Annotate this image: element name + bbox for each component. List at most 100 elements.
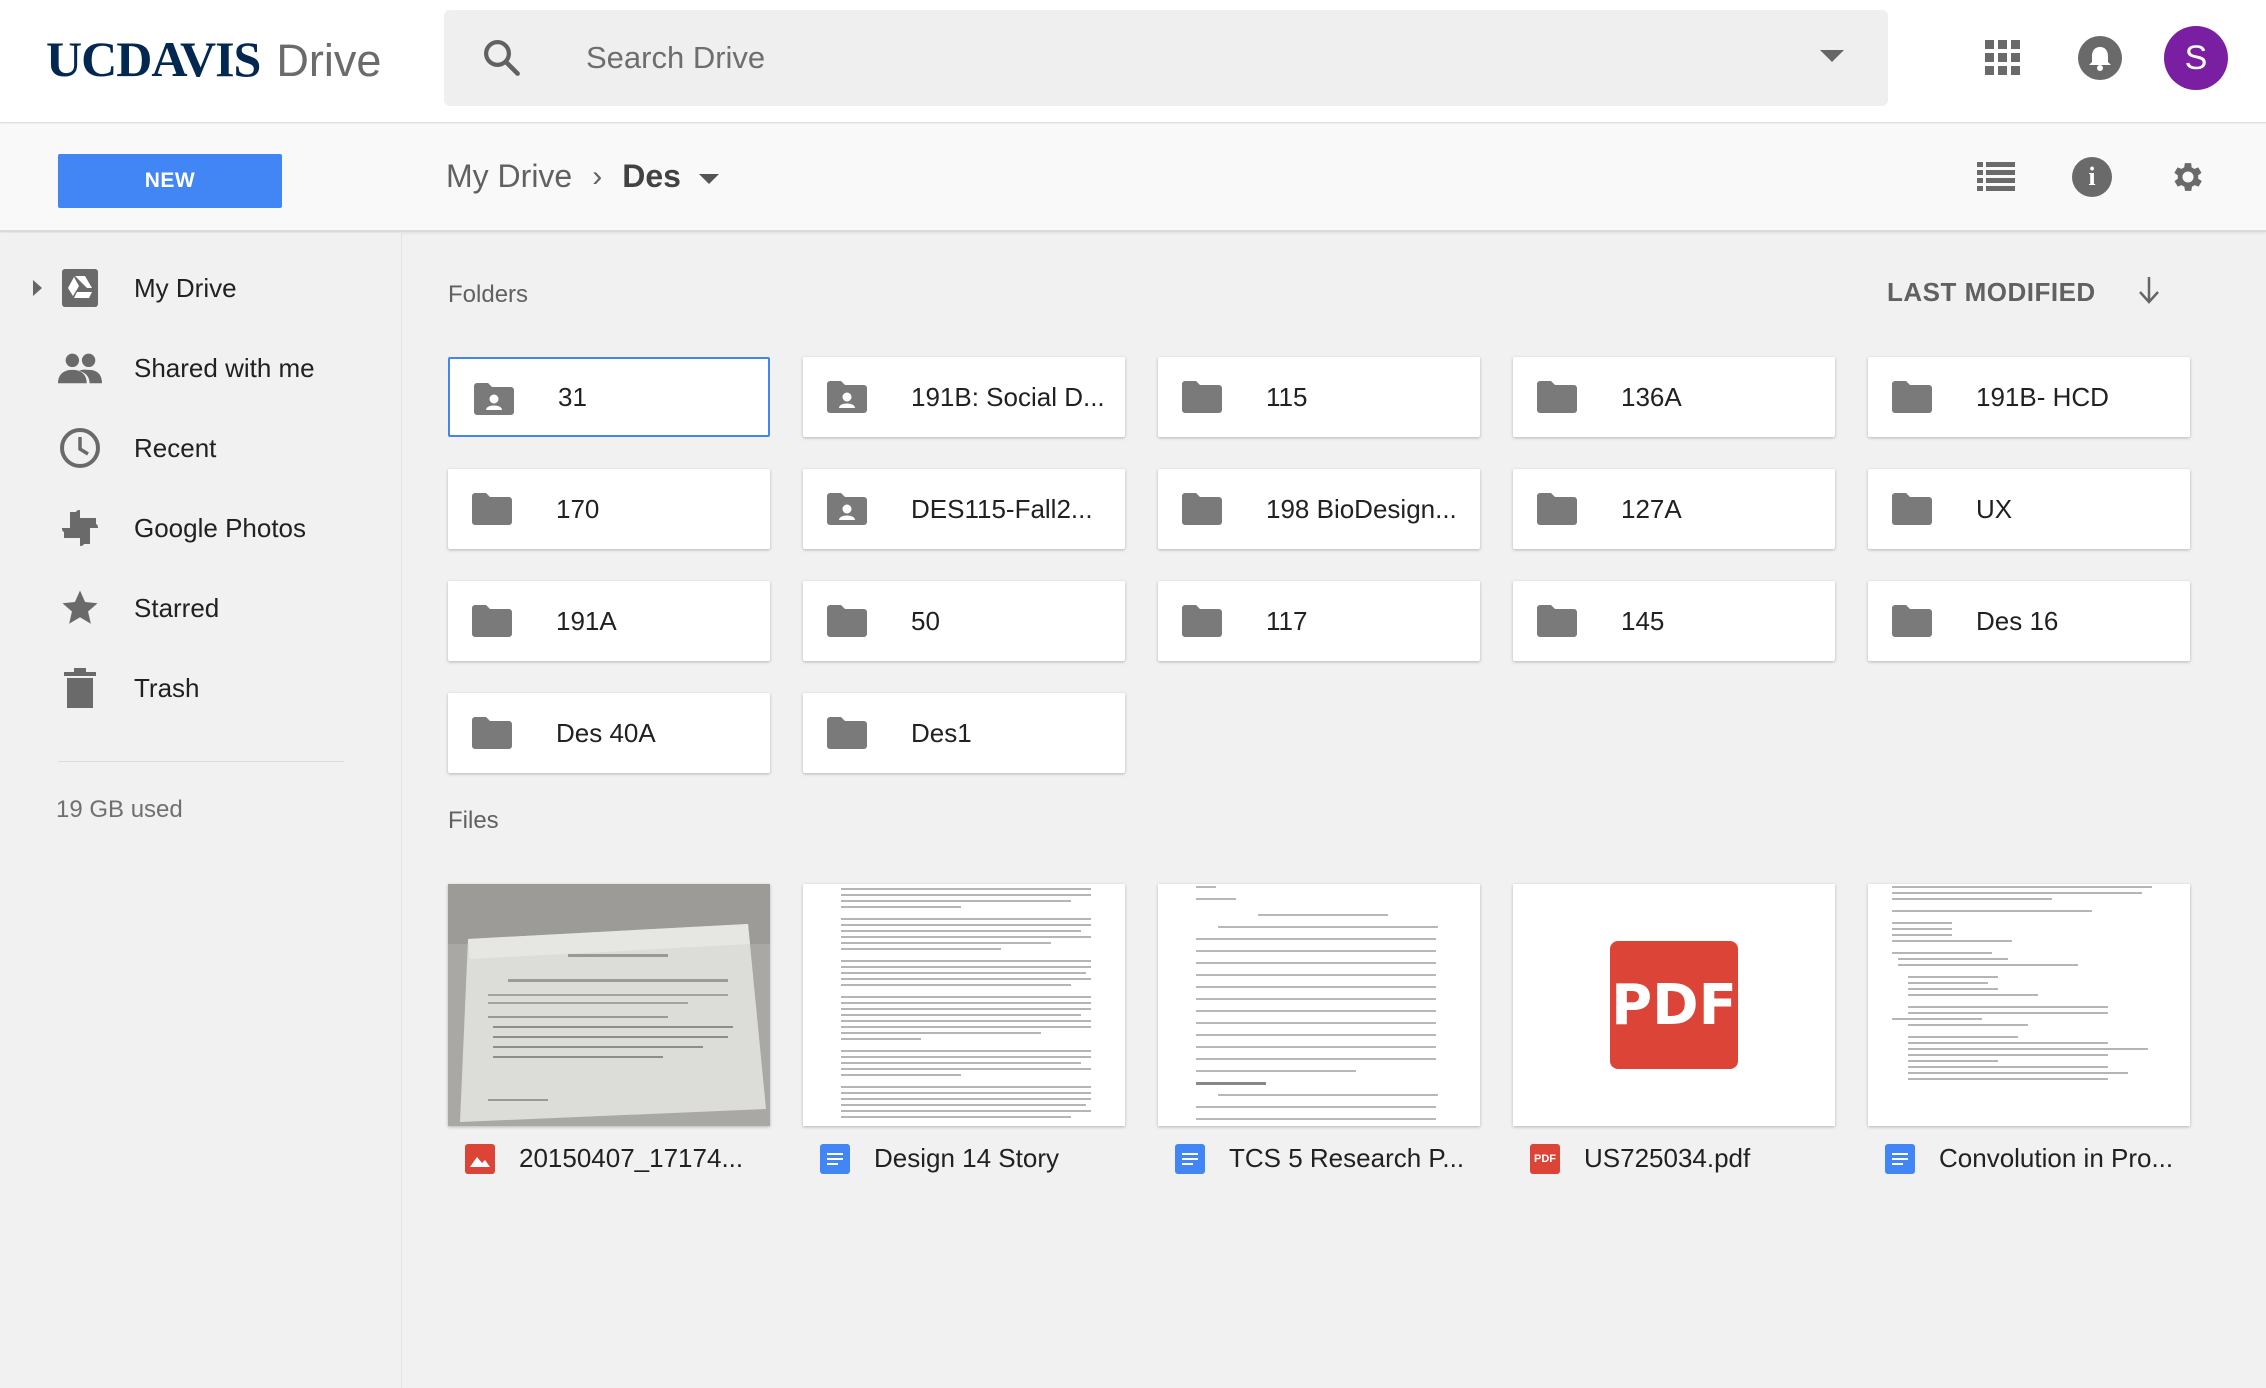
folder-icon bbox=[1537, 493, 1577, 525]
folder-card[interactable]: Des1 bbox=[803, 693, 1125, 773]
list-view-icon[interactable] bbox=[1977, 162, 2015, 192]
expand-arrow-icon[interactable] bbox=[33, 280, 42, 296]
pinwheel-icon bbox=[58, 506, 102, 550]
folder-name: 170 bbox=[556, 493, 600, 524]
image-file-icon bbox=[465, 1143, 495, 1174]
folder-icon bbox=[827, 717, 867, 749]
breadcrumb: My Drive › Des bbox=[446, 158, 719, 195]
toolbar: NEW My Drive › Des bbox=[0, 124, 2266, 232]
folder-card[interactable]: 170 bbox=[448, 469, 770, 549]
shared-folder-icon bbox=[474, 383, 514, 415]
folder-card[interactable]: 191B: Social D... bbox=[803, 357, 1125, 437]
folder-icon bbox=[1182, 493, 1222, 525]
docs-file-icon bbox=[820, 1143, 850, 1174]
sidebar-item-label: Trash bbox=[134, 672, 200, 703]
sidebar-item-label: Recent bbox=[134, 432, 217, 463]
search-input[interactable] bbox=[586, 30, 1686, 86]
logo-primary: UCDAVIS bbox=[46, 31, 261, 87]
sidebar-item-google-photos[interactable]: Google Photos bbox=[0, 496, 402, 560]
file-name: Convolution in Pro... bbox=[1939, 1143, 2174, 1173]
trash-icon bbox=[58, 666, 102, 710]
logo-secondary: Drive bbox=[276, 35, 382, 86]
folder-icon bbox=[1182, 605, 1222, 637]
people-icon bbox=[58, 346, 102, 390]
folder-name: Des1 bbox=[911, 717, 972, 748]
new-button[interactable]: NEW bbox=[58, 154, 282, 208]
sidebar-item-trash[interactable]: Trash bbox=[0, 656, 402, 720]
search-options-dropdown-icon[interactable] bbox=[1820, 50, 1844, 62]
folder-card[interactable]: 31 bbox=[448, 357, 770, 437]
file-card[interactable] bbox=[803, 884, 1125, 1126]
sidebar-item-label: Google Photos bbox=[134, 512, 307, 543]
sidebar-item-starred[interactable]: Starred bbox=[0, 576, 402, 640]
file-name-row[interactable]: TCS 5 Research P... bbox=[1175, 1143, 1464, 1174]
folder-name: 115 bbox=[1266, 381, 1308, 412]
document-thumbnail bbox=[803, 884, 1125, 1126]
document-thumbnail bbox=[1158, 884, 1480, 1126]
settings-gear-icon[interactable] bbox=[2169, 158, 2207, 196]
folder-card[interactable]: Des 16 bbox=[1868, 581, 2190, 661]
folder-card[interactable]: 127A bbox=[1513, 469, 1835, 549]
folder-card[interactable]: 198 BioDesign... bbox=[1158, 469, 1480, 549]
files-heading: Files bbox=[448, 807, 499, 834]
file-card[interactable] bbox=[1158, 884, 1480, 1126]
sort-direction-arrow-icon[interactable] bbox=[2137, 275, 2161, 305]
folder-icon bbox=[1537, 381, 1577, 413]
sidebar-item-recent[interactable]: Recent bbox=[0, 416, 402, 480]
chevron-right-icon: › bbox=[592, 159, 603, 193]
ucdavis-drive-logo[interactable]: UCDAVIS Drive bbox=[46, 30, 381, 90]
folder-name: 50 bbox=[911, 605, 940, 636]
file-card[interactable]: PDF bbox=[1513, 884, 1835, 1126]
sidebar-item-label: My Drive bbox=[134, 272, 237, 303]
folder-name: 31 bbox=[558, 381, 587, 412]
folder-name: 191B: Social D... bbox=[911, 381, 1105, 412]
shared-folder-icon bbox=[827, 381, 867, 413]
breadcrumb-my-drive[interactable]: My Drive bbox=[446, 158, 572, 195]
info-icon[interactable]: i bbox=[2072, 157, 2112, 197]
folder-name: DES115-Fall2... bbox=[911, 493, 1093, 524]
folder-card[interactable]: 50 bbox=[803, 581, 1125, 661]
folder-card[interactable]: DES115-Fall2... bbox=[803, 469, 1125, 549]
folder-menu-caret-icon[interactable] bbox=[698, 173, 719, 184]
pdf-thumbnail: PDF bbox=[1513, 884, 1835, 1126]
pdf-thumb-text: PDF bbox=[1611, 972, 1737, 1038]
file-name: TCS 5 Research P... bbox=[1229, 1143, 1465, 1173]
sort-last-modified[interactable]: LAST MODIFIED bbox=[1887, 277, 2096, 308]
folder-card[interactable]: 117 bbox=[1158, 581, 1480, 661]
file-card[interactable] bbox=[1868, 884, 2190, 1126]
file-name-row[interactable]: Design 14 Story bbox=[820, 1143, 1059, 1174]
file-name: US725034.pdf bbox=[1584, 1143, 1751, 1173]
folder-card[interactable]: 136A bbox=[1513, 357, 1835, 437]
folder-name: 117 bbox=[1266, 605, 1308, 636]
folder-name: 191B- HCD bbox=[1976, 381, 2109, 412]
sidebar-divider bbox=[58, 761, 344, 762]
apps-grid-icon[interactable] bbox=[1985, 40, 2021, 76]
folder-name: 198 BioDesign... bbox=[1266, 493, 1457, 524]
sidebar-item-shared-with-me[interactable]: Shared with me bbox=[0, 336, 402, 400]
file-name-row[interactable]: Convolution in Pro... bbox=[1885, 1143, 2173, 1174]
folder-name: 191A bbox=[556, 605, 617, 636]
clock-icon bbox=[58, 426, 102, 470]
folder-icon bbox=[472, 605, 512, 637]
sidebar-item-label: Starred bbox=[134, 592, 220, 623]
folder-card[interactable]: Des 40A bbox=[448, 693, 770, 773]
file-name-row[interactable]: PDF US725034.pdf bbox=[1530, 1143, 1750, 1174]
breadcrumb-current-folder[interactable]: Des bbox=[622, 158, 681, 195]
folder-card[interactable]: 191B- HCD bbox=[1868, 357, 2190, 437]
file-card[interactable] bbox=[448, 884, 770, 1126]
main-content: Folders LAST MODIFIED 31 191B: Social D..… bbox=[403, 233, 2266, 1388]
search-icon[interactable] bbox=[480, 36, 522, 78]
folder-icon bbox=[1537, 605, 1577, 637]
file-name-row[interactable]: 20150407_17174... bbox=[465, 1143, 743, 1174]
folder-card[interactable]: UX bbox=[1868, 469, 2190, 549]
top-bar: UCDAVIS Drive S bbox=[0, 0, 2266, 123]
folder-card[interactable]: 191A bbox=[448, 581, 770, 661]
folder-card[interactable]: 115 bbox=[1158, 357, 1480, 437]
folder-card[interactable]: 145 bbox=[1513, 581, 1835, 661]
notifications-bell-icon[interactable] bbox=[2078, 36, 2122, 80]
avatar[interactable]: S bbox=[2164, 26, 2228, 90]
star-icon bbox=[58, 586, 102, 630]
sidebar-item-my-drive[interactable]: My Drive bbox=[0, 256, 402, 320]
folder-name: 145 bbox=[1621, 605, 1665, 636]
file-name: Design 14 Story bbox=[874, 1143, 1059, 1173]
